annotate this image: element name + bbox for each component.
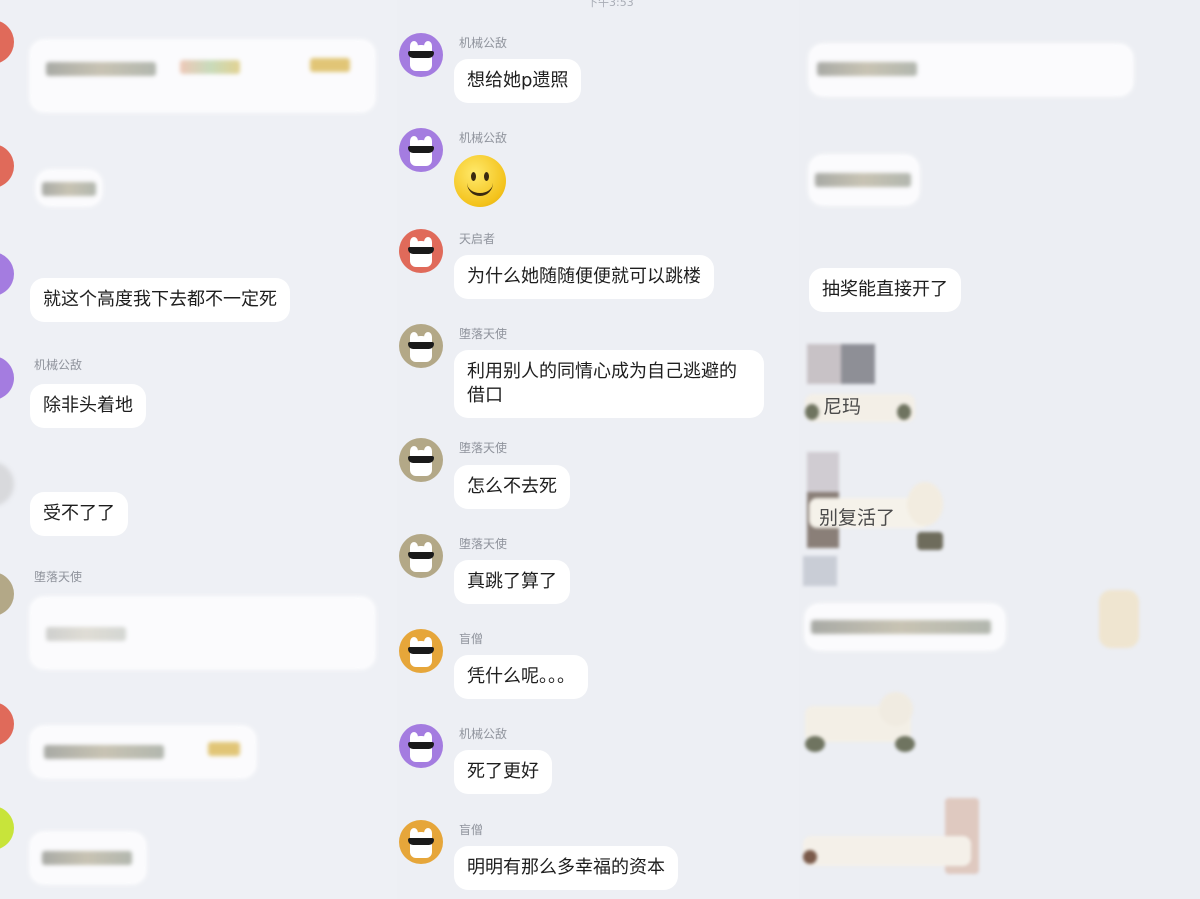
sender-name: 盲僧 (459, 823, 484, 837)
sticker-caption: 别复活了 (819, 507, 896, 529)
avatar[interactable] (0, 572, 14, 616)
sender-name: 机械公敌 (459, 727, 508, 741)
sender-name: 堕落天使 (459, 537, 508, 551)
chat-panel-right: 抽奖能直接开了 尼玛 别复活了 (799, 0, 1200, 899)
sender-name: 天启者 (459, 232, 496, 246)
avatar[interactable] (0, 252, 14, 296)
avatar[interactable] (399, 438, 443, 482)
smiley-emoji-icon[interactable] (454, 155, 506, 207)
message-bubble[interactable]: 抽奖能直接开了 (809, 268, 961, 312)
sender-name: 堕落天使 (459, 441, 508, 455)
avatar[interactable] (399, 33, 443, 77)
blurred-message[interactable] (30, 832, 146, 884)
avatar[interactable] (0, 356, 14, 400)
message-bubble[interactable]: 真跳了算了 (454, 560, 570, 604)
message-bubble[interactable]: 怎么不去死 (454, 465, 570, 509)
message-bubble[interactable]: 想给她p遗照 (454, 59, 582, 103)
message-bubble[interactable]: 凭什么呢。。。 (454, 655, 588, 699)
blurred-avatar[interactable] (803, 556, 837, 586)
avatar[interactable] (399, 534, 443, 578)
sticker-image[interactable] (805, 690, 915, 756)
sender-name: 盲僧 (459, 632, 484, 646)
avatar[interactable] (0, 806, 14, 850)
message-bubble[interactable]: 就这个高度我下去都不一定死 (30, 278, 290, 322)
avatar[interactable] (399, 629, 443, 673)
sticker-image[interactable] (803, 828, 973, 872)
avatar[interactable] (399, 324, 443, 368)
blurred-message[interactable] (36, 170, 102, 206)
chat-panel-left: 就这个高度我下去都不一定死 机械公敌 除非头着地 受不了了 堕落天使 (0, 0, 397, 899)
status-time: 下午3:53 (587, 0, 634, 9)
avatar[interactable] (399, 229, 443, 273)
sender-name: 机械公敌 (34, 358, 83, 372)
blurred-message[interactable] (30, 40, 375, 112)
sender-name: 堕落天使 (459, 327, 508, 341)
blurred-message[interactable] (30, 726, 256, 778)
message-bubble[interactable]: 除非头着地 (30, 384, 146, 428)
message-bubble[interactable]: 死了更好 (454, 750, 552, 794)
message-bubble[interactable]: 明明有那么多幸福的资本 (454, 846, 678, 890)
sticker-image[interactable] (1099, 590, 1139, 648)
avatar[interactable] (0, 462, 14, 506)
sticker-caption: 尼玛 (823, 396, 862, 418)
avatar[interactable] (399, 820, 443, 864)
message-bubble[interactable]: 为什么她随随便便就可以跳楼 (454, 255, 714, 299)
avatar[interactable] (399, 128, 443, 172)
avatar[interactable] (0, 702, 14, 746)
message-bubble[interactable]: 受不了了 (30, 492, 128, 536)
blurred-message[interactable] (809, 44, 1133, 96)
blurred-avatar[interactable] (807, 344, 875, 384)
avatar[interactable] (399, 724, 443, 768)
avatar[interactable] (0, 144, 14, 188)
message-bubble[interactable]: 利用别人的同情心成为自己逃避的借口 (454, 350, 764, 418)
sender-name: 堕落天使 (34, 570, 83, 584)
avatar[interactable] (0, 20, 14, 64)
chat-panel-middle: 下午3:53 机械公敌 想给她p遗照 机械公敌 天启者 为什么她随随便便就可以跳… (397, 0, 799, 899)
blurred-message[interactable] (805, 604, 1005, 650)
blurred-message[interactable] (809, 155, 919, 205)
sender-name: 机械公敌 (459, 131, 508, 145)
sender-name: 机械公敌 (459, 36, 508, 50)
blurred-message[interactable] (30, 597, 375, 669)
